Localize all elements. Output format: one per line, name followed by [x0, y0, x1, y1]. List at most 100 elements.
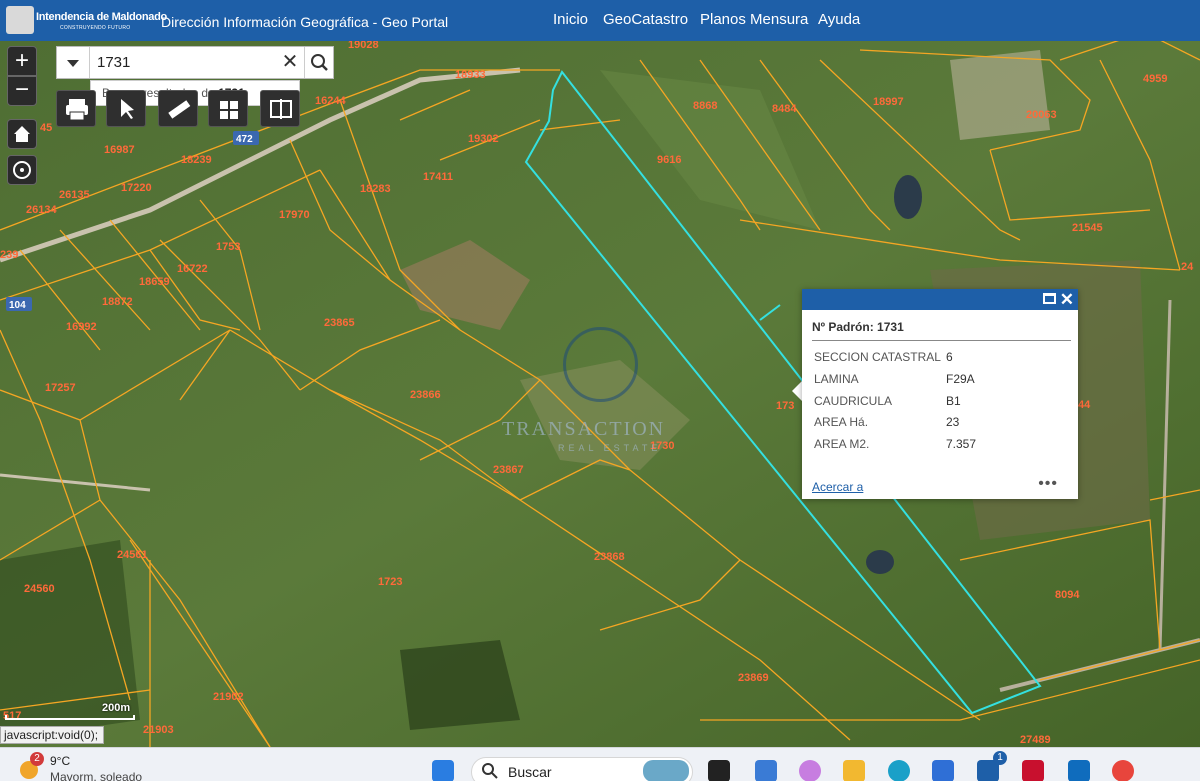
logo-subtext: CONSTRUYENDO FUTURO	[60, 25, 131, 31]
attr-value: 6	[946, 350, 953, 364]
search-button[interactable]	[304, 47, 334, 78]
parcel-label: 20063	[1026, 109, 1057, 121]
parcel-label: 23867	[493, 464, 524, 476]
zoom-in-button[interactable]: +	[7, 46, 37, 76]
popup-header: ✕	[802, 289, 1078, 310]
layers-button[interactable]	[208, 90, 248, 127]
parcel-label: 17220	[121, 182, 152, 194]
search-input[interactable]	[97, 54, 277, 71]
more-actions-icon[interactable]: •••	[1038, 475, 1058, 493]
windows-start-icon[interactable]	[432, 760, 454, 781]
split-view-icon	[270, 99, 292, 119]
parcel-label: 239	[0, 249, 18, 261]
select-tool-button[interactable]	[106, 90, 146, 127]
close-icon[interactable]: ✕	[1060, 289, 1074, 310]
parcel-label: 45	[40, 122, 52, 134]
parcel-label: 9616	[657, 154, 681, 166]
nav-ayuda[interactable]: Ayuda	[818, 11, 860, 28]
parcel-label: 16722	[177, 263, 208, 275]
parcel-label: 23865	[324, 317, 355, 329]
watermark-title: TRANSACTION	[502, 418, 666, 440]
popup-title: Nº Padrón: 1731	[812, 320, 904, 334]
parcel-label: 24561	[117, 549, 148, 561]
parcel-label: 18997	[873, 96, 904, 108]
parcel-label: 16244	[315, 95, 346, 107]
measure-button[interactable]	[158, 90, 198, 127]
parcel-label: 26134	[26, 204, 57, 216]
parcel-label: 18933	[455, 69, 486, 81]
file-explorer-icon[interactable]	[843, 760, 865, 781]
edge-browser-icon[interactable]	[888, 760, 910, 781]
parcel-label: 21545	[1072, 222, 1103, 234]
taskbar-search-icon	[482, 763, 498, 779]
home-button[interactable]	[7, 119, 37, 149]
print-button[interactable]	[56, 90, 96, 127]
parcel-label: 1723	[378, 576, 402, 588]
parcel-label: 23866	[410, 389, 441, 401]
parcel-label: 23868	[594, 551, 625, 563]
attr-value: 23	[946, 415, 960, 429]
municipality-logo-icon	[6, 6, 34, 34]
app-title: Dirección Información Geográfica - Geo P…	[161, 14, 449, 30]
parcel-label: 24	[1181, 261, 1194, 273]
watermark-logo-icon	[563, 327, 638, 402]
route-label: 472	[236, 134, 253, 145]
task-view-icon[interactable]	[708, 760, 730, 781]
zoom-to-link[interactable]: Acercar a	[812, 480, 863, 494]
link-status-tooltip: javascript:void(0);	[0, 726, 104, 744]
nav-planos-mensura[interactable]: Planos Mensura	[700, 11, 808, 28]
watermark-subtitle: REAL ESTATE	[558, 443, 662, 453]
scale-bar	[5, 715, 135, 720]
attr-label: LAMINA	[814, 372, 859, 386]
route-label: 104	[9, 300, 26, 311]
parcel-label: 26135	[59, 189, 90, 201]
home-icon	[14, 126, 30, 142]
chrome-icon[interactable]	[1112, 760, 1134, 781]
weather-badge: 2	[30, 752, 44, 766]
swipe-button[interactable]	[260, 90, 300, 127]
search-source-dropdown[interactable]	[57, 47, 90, 78]
parcel-label: 19302	[468, 133, 499, 145]
parcel-label: 8094	[1055, 589, 1080, 601]
popup-divider	[812, 340, 1071, 341]
search-icon	[311, 54, 328, 71]
popup-pointer	[792, 381, 802, 401]
parcel-label: 19028	[348, 41, 379, 51]
attr-value: F29A	[946, 372, 975, 386]
attr-label: AREA Há.	[814, 415, 869, 429]
clear-search-icon[interactable]: ✕	[279, 51, 301, 73]
attr-label: SECCION CATASTRAL	[814, 350, 941, 364]
attr-label: AREA M2.	[814, 437, 870, 451]
parcel-label: 8484	[772, 103, 797, 115]
maximize-icon[interactable]	[1043, 293, 1056, 304]
calculator-icon[interactable]	[755, 760, 777, 781]
scale-label: 200m	[102, 702, 131, 714]
store-icon[interactable]	[932, 760, 954, 781]
weather-temp[interactable]: 9°C	[50, 754, 70, 768]
attr-value: B1	[946, 394, 961, 408]
parcel-label: 16992	[66, 321, 97, 333]
parcel-label: 17411	[423, 171, 453, 183]
nav-inicio[interactable]: Inicio	[553, 11, 588, 28]
parcel-label: 17257	[45, 382, 76, 394]
parcel-label: 21902	[213, 691, 244, 703]
ruler-icon	[168, 100, 191, 119]
printer-icon	[66, 99, 88, 121]
attr-value: 7.357	[946, 437, 977, 451]
outlook-badge: 1	[993, 751, 1007, 765]
top-navbar: Intendencia de Maldonado CONSTRUYENDO FU…	[0, 0, 1200, 41]
locate-button[interactable]	[7, 155, 37, 185]
search-highlight-icon	[643, 760, 689, 781]
weather-desc[interactable]: Mayorm. soleado	[50, 770, 142, 781]
parcel-label: 18659	[139, 276, 170, 288]
crosshair-icon	[13, 161, 31, 179]
zoom-out-button[interactable]: −	[7, 76, 37, 106]
taskbar-search-label: Buscar	[508, 764, 552, 780]
mcafee-icon[interactable]	[1022, 760, 1044, 781]
nav-geocatastro[interactable]: GeoCatastro	[603, 11, 688, 28]
copilot-icon[interactable]	[799, 760, 821, 781]
attr-label: CAUDRICULA	[814, 394, 893, 408]
parcel-label: 44	[1078, 399, 1091, 411]
outlook-icon[interactable]	[1068, 760, 1090, 781]
parcel-label: 1753	[216, 241, 240, 253]
